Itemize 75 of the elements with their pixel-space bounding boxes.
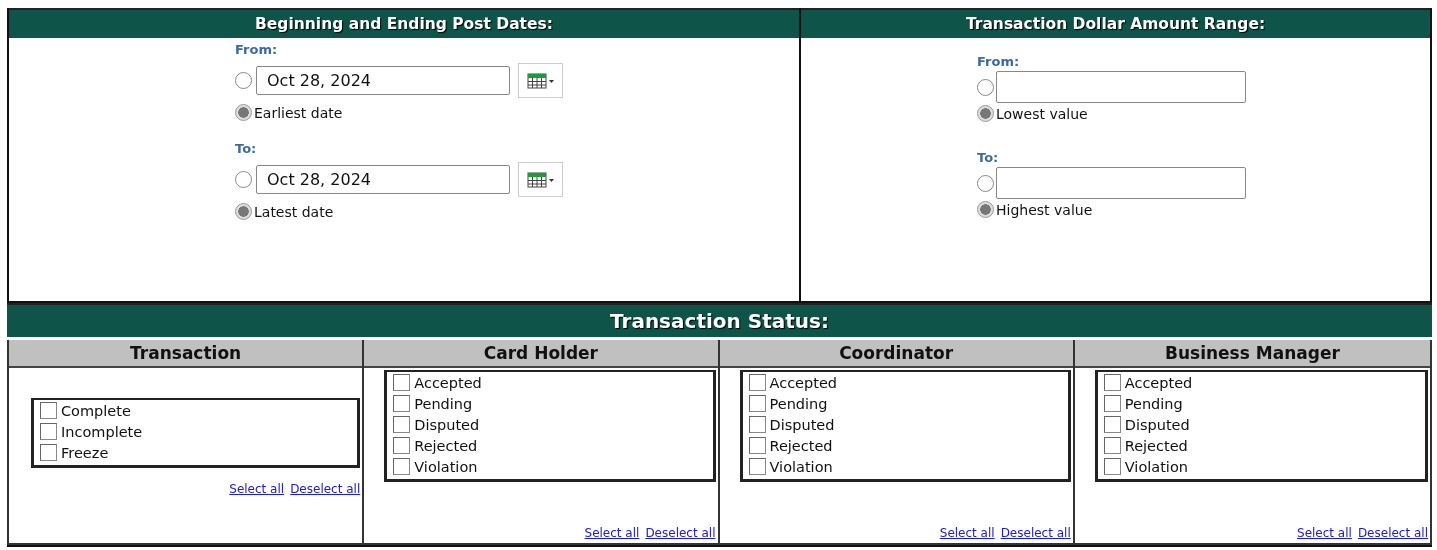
checkbox[interactable] bbox=[748, 437, 766, 454]
checkbox[interactable] bbox=[748, 374, 766, 391]
amount-field[interactable] bbox=[996, 71, 1246, 103]
range-label: To: bbox=[977, 150, 1000, 165]
option-label: Lowest value bbox=[996, 105, 1088, 122]
checkbox-label: Freeze bbox=[61, 444, 109, 461]
column-header: Card Holder bbox=[364, 340, 718, 368]
checkbox-label: Accepted bbox=[769, 374, 838, 391]
option-label: Earliest date bbox=[254, 104, 343, 121]
checkbox[interactable] bbox=[1103, 437, 1121, 454]
checkbox-label: Accepted bbox=[1124, 374, 1193, 391]
checkbox[interactable] bbox=[748, 395, 766, 412]
link[interactable]: Select all bbox=[229, 482, 285, 496]
date-field[interactable]: Oct 28, 2024 bbox=[256, 165, 510, 194]
date-field[interactable]: Oct 28, 2024 bbox=[256, 66, 510, 95]
link[interactable]: Select all bbox=[584, 526, 640, 540]
link[interactable]: Select all bbox=[939, 526, 995, 540]
checkbox-label: Pending bbox=[414, 395, 473, 412]
link[interactable]: Deselect all bbox=[645, 526, 716, 540]
range-label: To: bbox=[235, 141, 258, 156]
radio-button[interactable] bbox=[977, 201, 994, 218]
checkbox-label: Violation bbox=[769, 458, 833, 475]
checkbox-label: Rejected bbox=[769, 437, 833, 454]
radio-button[interactable] bbox=[977, 78, 994, 96]
column-header: Transaction bbox=[9, 340, 363, 368]
option-label: Latest date bbox=[254, 203, 334, 220]
calendar-button[interactable] bbox=[518, 162, 563, 197]
checkbox[interactable] bbox=[1103, 395, 1121, 412]
checkbox[interactable] bbox=[393, 374, 411, 391]
checkbox-label: Disputed bbox=[769, 416, 835, 433]
calendar-icon bbox=[526, 171, 555, 188]
radio-button[interactable] bbox=[235, 203, 252, 220]
checkbox[interactable] bbox=[393, 395, 411, 412]
link[interactable]: Deselect all bbox=[1357, 526, 1428, 540]
checkbox-label: Incomplete bbox=[61, 423, 143, 440]
checkbox[interactable] bbox=[393, 416, 411, 433]
option-label: Highest value bbox=[996, 201, 1093, 218]
link[interactable]: Deselect all bbox=[290, 482, 361, 496]
column-header: Business Manager bbox=[1074, 340, 1430, 368]
range-label: From: bbox=[977, 54, 1021, 69]
radio-button[interactable] bbox=[977, 174, 994, 192]
calendar-button[interactable] bbox=[518, 63, 563, 98]
link[interactable]: Select all bbox=[1297, 526, 1352, 540]
amount-field[interactable] bbox=[996, 167, 1246, 199]
checkbox-label: Violation bbox=[1124, 458, 1188, 475]
checkbox[interactable] bbox=[393, 437, 411, 454]
checkbox-label: Rejected bbox=[414, 437, 478, 454]
checkbox[interactable] bbox=[748, 458, 766, 475]
radio-button[interactable] bbox=[235, 171, 252, 188]
checkbox[interactable] bbox=[1103, 416, 1121, 433]
checkbox-label: Disputed bbox=[1124, 416, 1190, 433]
checkbox-label: Pending bbox=[1124, 395, 1183, 412]
checkbox-label: Violation bbox=[414, 458, 478, 475]
calendar-icon bbox=[526, 72, 555, 89]
radio-button[interactable] bbox=[235, 104, 252, 121]
checkbox-label: Accepted bbox=[414, 374, 482, 391]
range-label: From: bbox=[235, 42, 279, 57]
section-header: Transaction Status: bbox=[7, 303, 1432, 337]
checkbox-label: Complete bbox=[61, 402, 131, 419]
checkbox[interactable] bbox=[1103, 458, 1121, 475]
section-header: Transaction Dollar Amount Range: bbox=[801, 8, 1430, 38]
radio-button[interactable] bbox=[977, 105, 994, 122]
column-header: Coordinator bbox=[719, 340, 1073, 368]
checkbox[interactable] bbox=[748, 416, 766, 433]
checkbox[interactable] bbox=[393, 458, 411, 475]
link[interactable]: Deselect all bbox=[1000, 526, 1071, 540]
section-header: Beginning and Ending Post Dates: bbox=[9, 8, 799, 38]
radio-button[interactable] bbox=[235, 72, 252, 89]
checkbox-label: Disputed bbox=[414, 416, 480, 433]
checkbox-label: Rejected bbox=[1124, 437, 1188, 454]
checkbox-label: Pending bbox=[769, 395, 828, 412]
checkbox[interactable] bbox=[1103, 374, 1121, 391]
checkbox[interactable] bbox=[40, 444, 57, 461]
checkbox[interactable] bbox=[40, 402, 57, 419]
checkbox[interactable] bbox=[40, 423, 57, 440]
